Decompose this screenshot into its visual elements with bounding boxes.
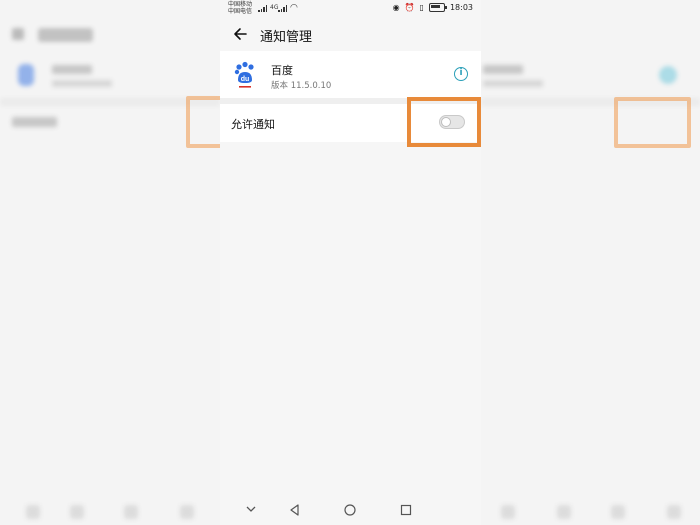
clock: 18:03	[449, 3, 473, 12]
highlight-box-right	[614, 97, 691, 148]
app-name: 百度	[271, 64, 293, 77]
baidu-app-icon: du	[234, 61, 256, 89]
carrier-labels: 中国移动 中国电信	[228, 1, 252, 15]
phone-screen: 中国移动 中国电信 4G ◠ ◉ ⏰ ▯ 18:03 通知管理 du 百度 版本…	[220, 0, 481, 525]
signal-icon-2	[278, 5, 288, 12]
svg-text:du: du	[241, 76, 250, 83]
alarm-icon: ⏰	[404, 3, 415, 12]
highlight-box	[407, 97, 481, 147]
blurred-left-panel	[0, 0, 220, 525]
nav-back-icon[interactable]	[288, 502, 302, 516]
app-bar: 通知管理	[220, 22, 481, 50]
carrier-1: 中国移动	[228, 1, 253, 8]
eye-comfort-icon: ◉	[392, 3, 400, 12]
back-arrow-icon[interactable]	[232, 26, 248, 42]
system-nav-bar	[220, 495, 481, 525]
nav-home-icon[interactable]	[343, 502, 357, 516]
allow-notifications-label: 允许通知	[231, 118, 275, 131]
chevron-down-icon[interactable]	[244, 502, 258, 516]
app-info-card: du 百度 版本 11.5.0.10 i	[220, 51, 481, 98]
nav-recent-icon[interactable]	[399, 502, 413, 516]
status-bar: 中国移动 中国电信 4G ◠ ◉ ⏰ ▯ 18:03	[220, 0, 481, 18]
blurred-right-panel	[481, 0, 700, 525]
vibrate-icon: ▯	[419, 3, 424, 12]
highlight-box-left	[186, 96, 220, 148]
info-icon[interactable]: i	[454, 67, 468, 81]
carrier-2: 中国电信	[228, 8, 253, 15]
battery-icon	[428, 3, 447, 12]
signal-icon	[258, 5, 268, 12]
wifi-icon: ◠	[290, 3, 298, 13]
status-right: ◉ ⏰ ▯ 18:03	[393, 3, 473, 12]
page-title: 通知管理	[260, 30, 313, 45]
app-version: 版本 11.5.0.10	[271, 81, 332, 91]
